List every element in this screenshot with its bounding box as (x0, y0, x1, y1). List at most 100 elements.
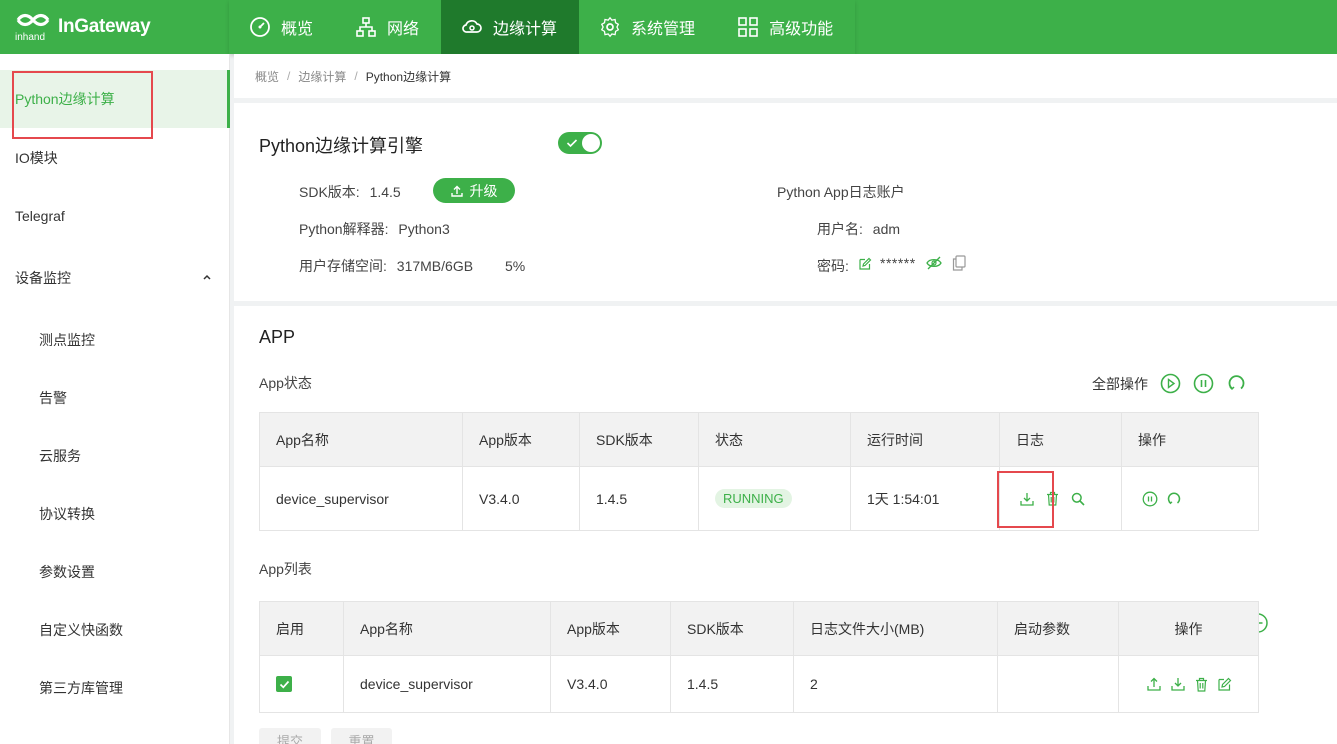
log-size-cell: 2 (793, 655, 998, 713)
engine-title: Python边缘计算引擎 (259, 136, 424, 156)
sidebar-item-point-monitor[interactable]: 测点监控 (0, 311, 230, 369)
app-panel: APP App状态 全部操作 App名称 App版本 SDK版本 状态 运行时间 (234, 306, 1337, 744)
sdk-version-cell: 1.4.5 (670, 655, 794, 713)
interpreter-label: Python解释器: (299, 221, 389, 237)
svg-text:inhand: inhand (15, 32, 45, 42)
log-account-title: Python App日志账户 (777, 184, 905, 200)
username-label: 用户名: (817, 221, 863, 237)
nav-item-advanced[interactable]: 高级功能 (717, 0, 855, 54)
download-icon[interactable] (1171, 677, 1185, 691)
restart-icon[interactable] (1226, 373, 1247, 394)
nav-item-overview[interactable]: 概览 (229, 0, 335, 54)
play-circle-icon[interactable] (1160, 373, 1181, 394)
breadcrumb-item-edge[interactable]: 边缘计算 (298, 68, 346, 85)
all-operations: 全部操作 (1092, 373, 1247, 394)
column-header: App版本 (462, 412, 580, 467)
brand-logo[interactable]: inhand InGateway (14, 10, 151, 44)
cloud-compute-icon (462, 20, 482, 33)
table-row: device_supervisor V3.4.0 1.4.5 2 (259, 655, 1259, 713)
sidebar-item-device-monitor[interactable]: 设备监控 (0, 249, 230, 307)
top-nav-bar: inhand InGateway 概览 网络 边缘计算 系统管理 高级功能 (0, 0, 1337, 54)
search-icon[interactable] (1071, 492, 1085, 506)
download-icon[interactable] (1020, 492, 1034, 506)
upload-icon[interactable] (1147, 677, 1161, 691)
sidebar-item-label: 设备监控 (15, 270, 71, 286)
reset-button[interactable]: 重置 (331, 728, 392, 744)
column-header: 操作 (1118, 601, 1259, 656)
toggle-knob (582, 134, 600, 152)
table-header-row: 启用 App名称 App版本 SDK版本 日志文件大小(MB) 启动参数 操作 (259, 601, 1259, 656)
log-username: 用户名: adm (817, 219, 900, 239)
breadcrumb-separator: / (287, 69, 291, 83)
engine-enable-toggle[interactable] (558, 132, 602, 154)
main-nav: 概览 网络 边缘计算 系统管理 高级功能 (229, 0, 855, 54)
enable-checkbox[interactable] (276, 676, 292, 692)
sidebar-item-label: 云服务 (39, 448, 81, 464)
enable-cell (259, 655, 344, 713)
log-password-label: 密码: (817, 258, 849, 274)
upload-icon (450, 185, 463, 197)
column-header: App名称 (259, 412, 463, 467)
app-actions-cell (1121, 466, 1259, 531)
log-actions-cell (999, 466, 1122, 531)
breadcrumb: 概览 / 边缘计算 / Python边缘计算 (234, 54, 1337, 98)
edit-icon[interactable] (1218, 677, 1232, 691)
brand-name: InGateway (58, 16, 151, 37)
column-header: 启用 (259, 601, 344, 656)
status-badge: RUNNING (715, 489, 792, 508)
sdk-version-cell: 1.4.5 (579, 466, 699, 531)
pause-circle-icon[interactable] (1142, 491, 1158, 507)
password-value: ****** (880, 255, 916, 271)
nav-item-system[interactable]: 系统管理 (579, 0, 717, 54)
app-status-table: App名称 App版本 SDK版本 状态 运行时间 日志 操作 device_s… (259, 412, 1259, 531)
trash-icon[interactable] (1046, 491, 1059, 506)
nav-item-label: 系统管理 (631, 21, 696, 38)
column-header: 日志文件大小(MB) (793, 601, 998, 656)
sidebar-item-protocol-convert[interactable]: 协议转换 (0, 485, 230, 543)
list-actions-cell (1118, 655, 1259, 713)
table-row: device_supervisor V3.4.0 1.4.5 RUNNING 1… (259, 466, 1259, 531)
sidebar-item-label: 测点监控 (39, 332, 95, 348)
python-interpreter: Python解释器: Python3 (299, 219, 450, 239)
sidebar-item-telegraf[interactable]: Telegraf (0, 187, 230, 245)
column-header: 操作 (1121, 412, 1259, 467)
table-header-row: App名称 App版本 SDK版本 状态 运行时间 日志 操作 (259, 412, 1259, 467)
sidebar-item-label: Python边缘计算 (15, 91, 115, 107)
dashboard-icon (250, 17, 270, 37)
breadcrumb-separator: / (354, 69, 358, 83)
sidebar-item-python-edge[interactable]: Python边缘计算 (0, 70, 230, 128)
copy-icon[interactable] (952, 255, 966, 271)
sidebar-item-label: 第三方库管理 (39, 680, 123, 696)
submit-button[interactable]: 提交 (259, 728, 321, 744)
trash-icon[interactable] (1195, 677, 1208, 692)
column-header: App名称 (343, 601, 551, 656)
sidebar-item-cloud-service[interactable]: 云服务 (0, 427, 230, 485)
nav-item-label: 网络 (387, 21, 420, 38)
sidebar-item-custom-func[interactable]: 自定义快函数 (0, 601, 230, 659)
chevron-up-icon (203, 274, 211, 280)
app-name-cell: device_supervisor (343, 655, 551, 713)
start-args-cell[interactable] (997, 655, 1119, 713)
breadcrumb-item-overview[interactable]: 概览 (255, 68, 279, 85)
app-list-title: App列表 (259, 561, 312, 577)
inhand-logo-icon: inhand (15, 13, 50, 42)
sidebar-item-third-party-libs[interactable]: 第三方库管理 (0, 659, 230, 717)
nav-item-edge-computing[interactable]: 边缘计算 (441, 0, 580, 54)
pause-circle-icon[interactable] (1193, 373, 1214, 394)
eye-slash-icon[interactable] (925, 256, 942, 270)
column-header: SDK版本 (670, 601, 794, 656)
sidebar-item-label: 告警 (39, 390, 67, 406)
sidebar-item-alarm[interactable]: 告警 (0, 369, 230, 427)
restart-icon[interactable] (1166, 491, 1182, 507)
column-header: SDK版本 (579, 412, 699, 467)
column-header: 启动参数 (997, 601, 1119, 656)
nav-item-network[interactable]: 网络 (335, 0, 441, 54)
sidebar-item-param-settings[interactable]: 参数设置 (0, 543, 230, 601)
sidebar-item-label: 参数设置 (39, 564, 95, 580)
sidebar-item-io-module[interactable]: IO模块 (0, 129, 230, 187)
upgrade-button[interactable]: 升级 (433, 178, 515, 203)
app-version-cell: V3.4.0 (550, 655, 671, 713)
storage-value: 317MB/6GB (396, 258, 474, 274)
edit-icon[interactable] (859, 257, 872, 270)
app-list-table: 启用 App名称 App版本 SDK版本 日志文件大小(MB) 启动参数 操作 (259, 601, 1259, 713)
